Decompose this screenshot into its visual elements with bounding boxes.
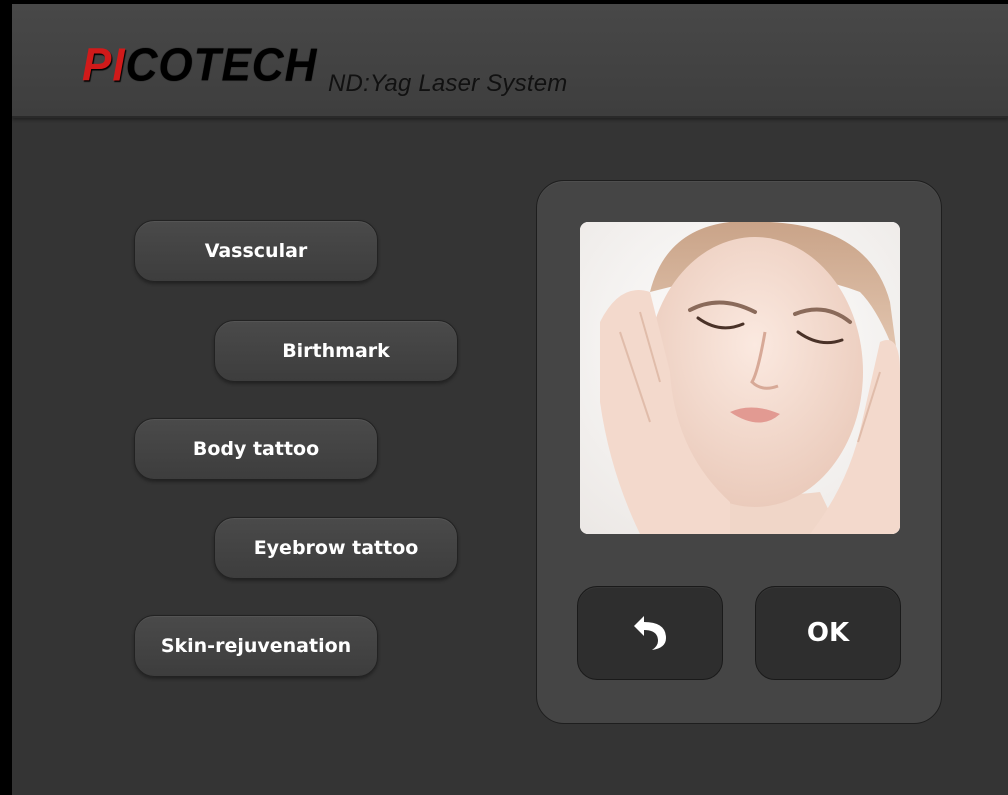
tagline: ND:Yag Laser System [328, 70, 568, 97]
preview-image [580, 222, 900, 534]
ok-button[interactable]: OK [755, 586, 901, 680]
brand-prefix: PI [82, 39, 126, 92]
menu-button-eyebrow-tattoo[interactable]: Eyebrow tattoo [214, 517, 458, 579]
ok-label: OK [806, 618, 850, 648]
menu-button-birthmark[interactable]: Birthmark [214, 320, 458, 382]
back-button[interactable] [577, 586, 723, 680]
screen: PICOTECH ND:Yag Laser System Vasscular B… [0, 0, 1008, 795]
menu-button-body-tattoo[interactable]: Body tattoo [134, 418, 378, 480]
menu-button-skin-rejuvenation[interactable]: Skin-rejuvenation [134, 615, 378, 677]
menu-button-vasscular[interactable]: Vasscular [134, 220, 378, 282]
brand-logo: PICOTECH [82, 39, 318, 92]
undo-arrow-icon [634, 616, 666, 650]
brand-suffix: COTECH [125, 39, 318, 92]
face-photo [580, 222, 900, 534]
